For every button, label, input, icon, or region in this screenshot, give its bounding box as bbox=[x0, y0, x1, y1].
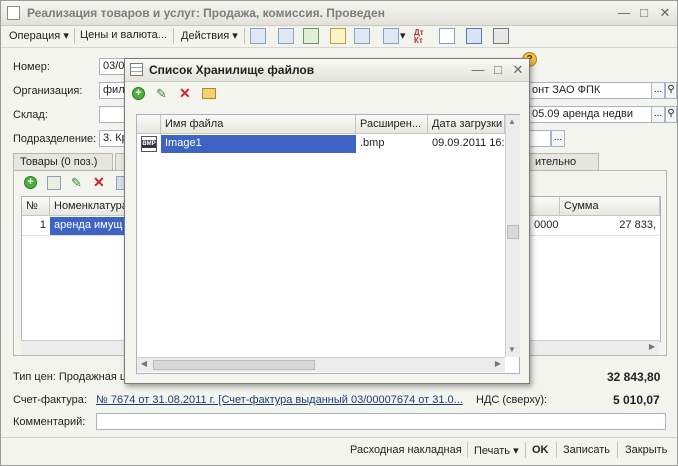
column-header-icon[interactable] bbox=[137, 115, 161, 134]
column-header-nomenclature[interactable]: Номенклатура bbox=[50, 197, 130, 216]
actions-menu[interactable]: Действия ▾ bbox=[181, 29, 238, 42]
dialog-edit-icon[interactable]: ✎ bbox=[156, 86, 167, 102]
folder-icon[interactable] bbox=[202, 88, 216, 99]
counterparty-select-button[interactable]: ... bbox=[651, 82, 665, 99]
waybill-button[interactable]: Расходная накладная bbox=[350, 444, 462, 456]
column-header-num[interactable]: № bbox=[22, 197, 50, 216]
table-settings-icon[interactable] bbox=[493, 28, 509, 44]
file-date-cell[interactable]: 09.09.2011 16: bbox=[428, 135, 505, 153]
column-header-extension[interactable]: Расширен... bbox=[356, 115, 428, 134]
toolbar-separator bbox=[244, 28, 245, 44]
row-num[interactable]: 1 bbox=[22, 217, 50, 235]
column-header-sum[interactable]: Сумма bbox=[560, 197, 660, 216]
operation-label: Операция bbox=[9, 30, 61, 42]
organization-label: Организация: bbox=[13, 85, 83, 97]
document-icon bbox=[7, 6, 20, 20]
vat-label: НДС (сверху): bbox=[476, 394, 548, 406]
contract-field[interactable]: 05.09 аренда недви bbox=[529, 106, 653, 123]
edit-icon[interactable]: ✎ bbox=[71, 175, 82, 191]
report-icon[interactable] bbox=[439, 28, 455, 44]
comment-field[interactable] bbox=[96, 413, 666, 430]
save-button[interactable]: Записать bbox=[563, 444, 610, 456]
bmp-file-icon: BMP bbox=[141, 136, 157, 152]
toolbar-separator bbox=[173, 28, 174, 44]
vat-value: 5 010,07 bbox=[613, 393, 660, 407]
add-icon[interactable]: + bbox=[24, 176, 37, 189]
tab-goods[interactable]: Товары (0 поз.) bbox=[13, 153, 113, 170]
window-title: Реализация товаров и услуг: Продажа, ком… bbox=[27, 6, 385, 20]
operation-menu[interactable]: Операция ▾ bbox=[9, 29, 69, 42]
file-name-cell[interactable]: Image1 bbox=[161, 135, 356, 153]
close-button[interactable]: Закрыть bbox=[625, 444, 667, 456]
contract-select-button[interactable]: ... bbox=[651, 106, 665, 123]
bottom-divider bbox=[1, 437, 677, 438]
print-label: Печать bbox=[474, 445, 511, 457]
prices-button[interactable]: Цены и валюта... bbox=[80, 29, 167, 41]
contract-search-icon[interactable]: ⚲ bbox=[665, 106, 677, 123]
counterparty-field[interactable]: онт ЗАО ФПК bbox=[529, 82, 653, 99]
print-menu[interactable]: Печать ▾ bbox=[474, 444, 519, 457]
dialog-maximize-icon[interactable]: □ bbox=[489, 61, 507, 78]
close-icon[interactable]: ✕ bbox=[656, 4, 674, 21]
row-quantity[interactable]: 0000 bbox=[530, 217, 560, 235]
bottom-separator bbox=[556, 442, 557, 458]
tab-extra[interactable]: ительно bbox=[529, 153, 599, 170]
scroll-right-icon[interactable]: ▶ bbox=[645, 340, 659, 354]
horizontal-scroll-thumb[interactable] bbox=[153, 360, 315, 370]
total-value: 32 843,80 bbox=[607, 370, 661, 384]
files-table: Имя файла Расширен... Дата загрузки BMP … bbox=[136, 114, 520, 374]
extra-field[interactable] bbox=[529, 130, 551, 147]
column-header-blank[interactable] bbox=[530, 197, 560, 216]
copy-icon[interactable] bbox=[330, 28, 346, 44]
bottom-separator bbox=[467, 442, 468, 458]
file-storage-dialog: Список Хранилище файлов — □ ✕ + ✎ ✕ Имя … bbox=[124, 58, 530, 384]
toolbar: Операция ▾ Цены и валюта... Действия ▾ ▾… bbox=[1, 25, 677, 67]
bottom-separator bbox=[617, 442, 618, 458]
row-sum[interactable]: 27 833, bbox=[560, 217, 660, 235]
unpost-icon[interactable] bbox=[278, 28, 294, 44]
delete-icon[interactable]: ✕ bbox=[93, 174, 105, 191]
bottom-separator bbox=[525, 442, 526, 458]
dialog-close-icon[interactable]: ✕ bbox=[509, 61, 527, 78]
column-header-date[interactable]: Дата загрузки bbox=[428, 115, 505, 134]
dialog-title: Список Хранилище файлов bbox=[149, 63, 315, 77]
filter-icon[interactable] bbox=[466, 28, 482, 44]
number-label: Номер: bbox=[13, 61, 50, 73]
price-type-label[interactable]: Тип цен: Продажная ц bbox=[13, 371, 126, 383]
dialog-minimize-icon[interactable]: — bbox=[469, 61, 487, 78]
division-label: Подразделение: bbox=[13, 133, 97, 145]
warehouse-label: Склад: bbox=[13, 109, 48, 121]
comment-label: Комментарий: bbox=[13, 416, 86, 428]
dialog-add-icon[interactable]: + bbox=[132, 87, 145, 100]
scroll-thumb[interactable] bbox=[507, 225, 519, 239]
dt-kt-icon[interactable]: Дт Кт bbox=[414, 29, 424, 45]
counterparty-search-icon[interactable]: ⚲ bbox=[665, 82, 677, 99]
extra-select-button[interactable]: ... bbox=[551, 130, 565, 147]
dropdown-arrow-icon[interactable]: ▾ bbox=[400, 29, 406, 42]
scroll-left-icon[interactable]: ◀ bbox=[137, 357, 151, 371]
structure-icon[interactable] bbox=[354, 28, 370, 44]
goto-icon[interactable] bbox=[383, 28, 399, 44]
title-bar: Реализация товаров и услуг: Продажа, ком… bbox=[1, 1, 677, 26]
invoice-link[interactable]: № 7674 от 31.08.2011 г. [Счет-фактура вы… bbox=[96, 394, 466, 406]
toolbar-separator bbox=[74, 28, 75, 44]
row-nomenclature[interactable]: аренда имущ bbox=[50, 217, 130, 235]
post-icon[interactable] bbox=[250, 28, 266, 44]
dialog-title-bar: Список Хранилище файлов — □ ✕ bbox=[125, 59, 529, 82]
actions-label: Действия bbox=[181, 30, 230, 42]
scroll-down-icon[interactable]: ▼ bbox=[505, 343, 519, 357]
dialog-scroll-right-icon[interactable]: ▶ bbox=[491, 357, 505, 371]
minimize-icon[interactable]: — bbox=[615, 4, 633, 21]
list-icon bbox=[130, 63, 143, 76]
refresh-icon[interactable] bbox=[303, 28, 319, 44]
dialog-delete-icon[interactable]: ✕ bbox=[179, 85, 191, 102]
scroll-up-icon[interactable]: ▲ bbox=[505, 115, 519, 129]
column-header-filename[interactable]: Имя файла bbox=[161, 115, 356, 134]
ok-button[interactable]: OK bbox=[532, 444, 549, 456]
invoice-label: Счет-фактура: bbox=[13, 394, 87, 406]
file-extension-cell[interactable]: .bmp bbox=[356, 135, 428, 153]
bmp-icon-text: BMP bbox=[142, 140, 156, 148]
maximize-icon[interactable]: □ bbox=[635, 4, 653, 21]
copy-row-icon[interactable] bbox=[47, 176, 61, 190]
